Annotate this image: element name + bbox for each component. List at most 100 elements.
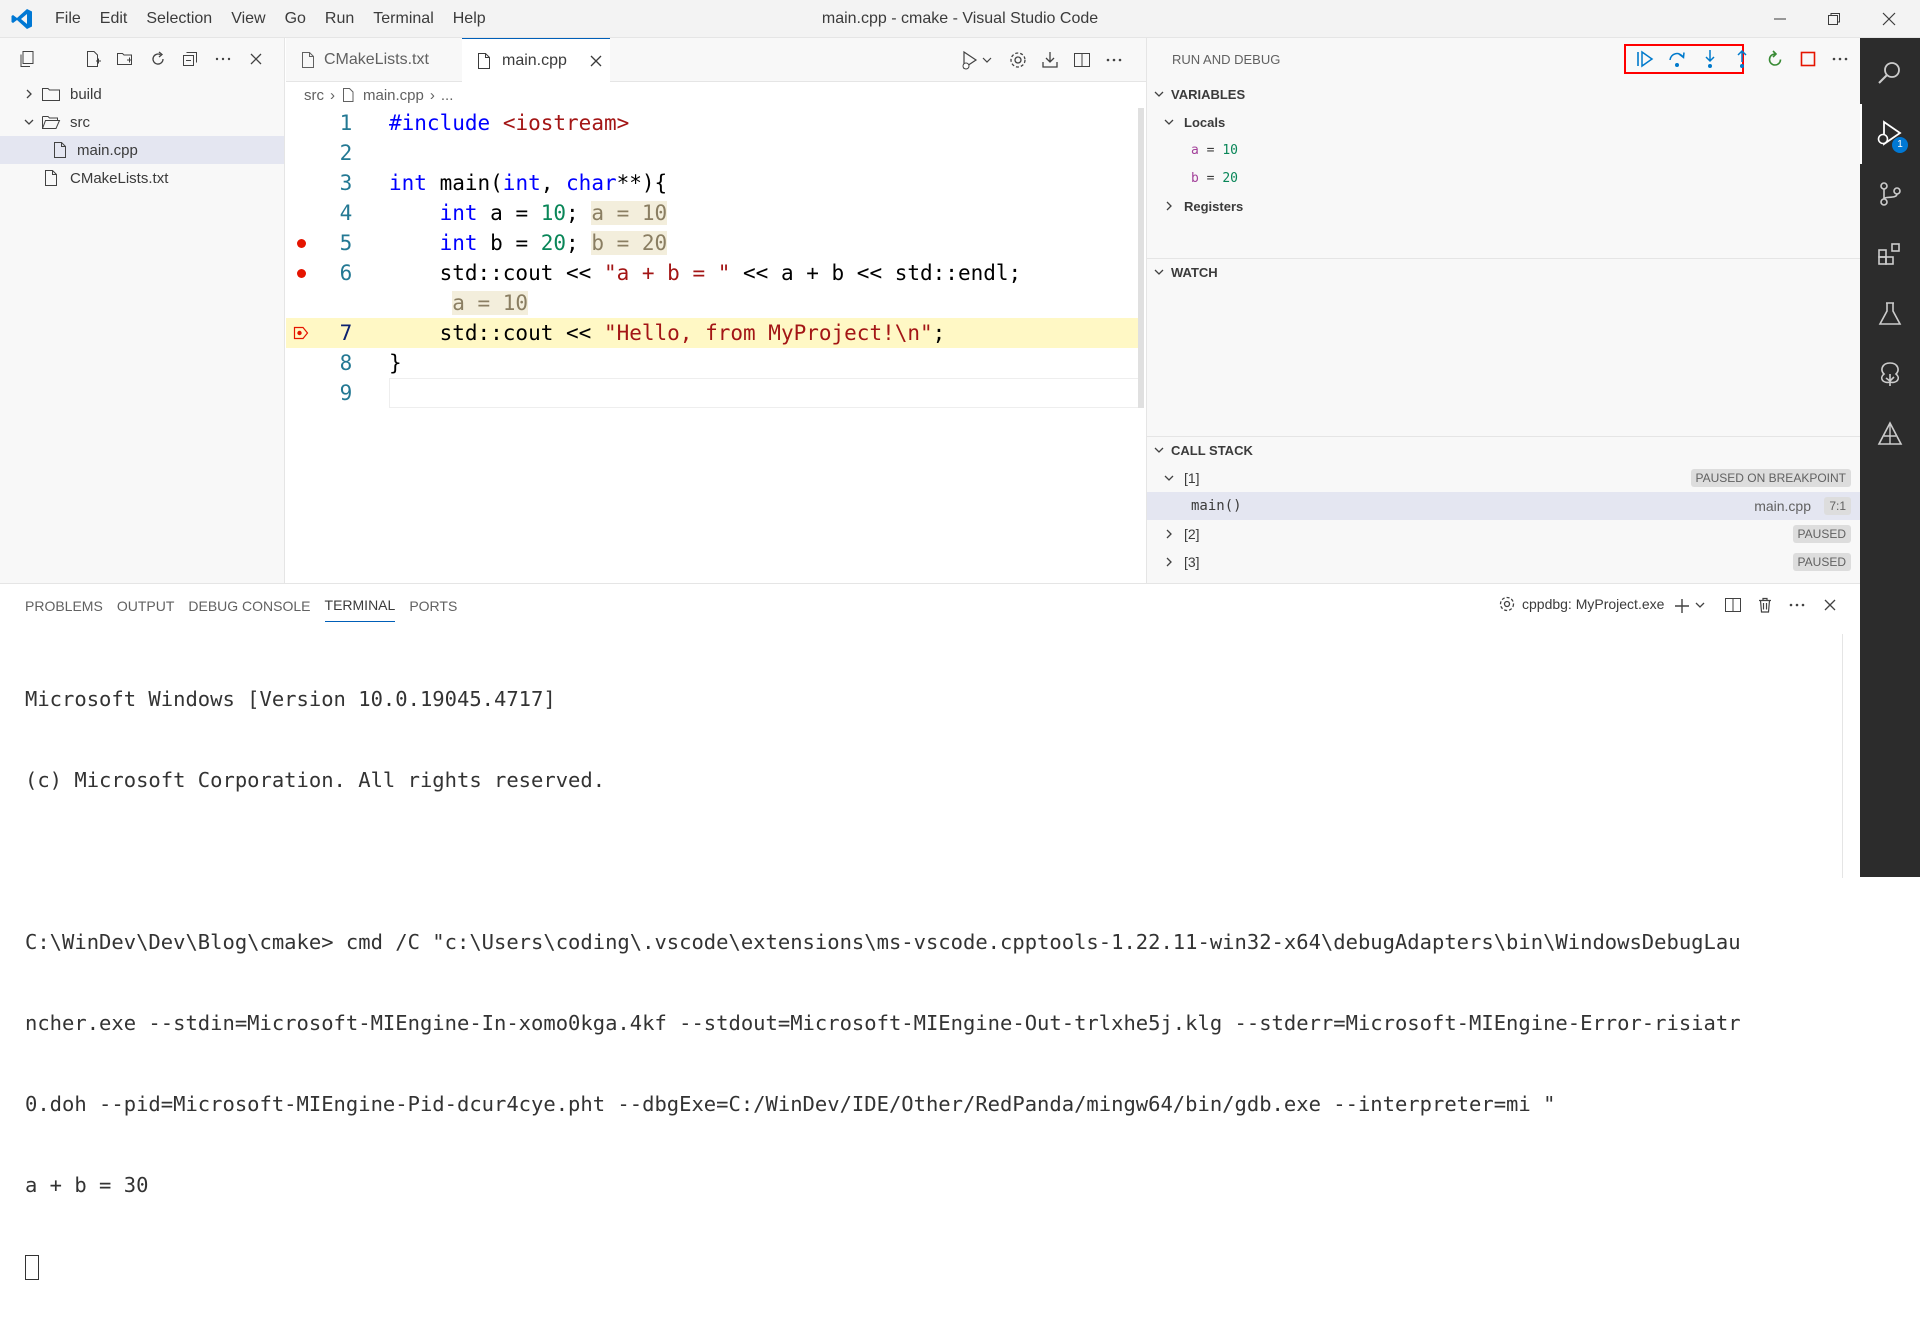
explorer-files-icon[interactable] — [17, 49, 37, 69]
more-actions-icon[interactable] — [213, 49, 233, 69]
gear-icon[interactable] — [1008, 50, 1028, 70]
code-line: 2 — [286, 138, 1136, 168]
more-actions-icon[interactable] — [1104, 50, 1124, 70]
scrollbar[interactable] — [1842, 634, 1843, 878]
breadcrumb-file[interactable]: main.cpp — [363, 87, 424, 104]
inline-value: a = 10 — [452, 291, 529, 315]
close-panel-icon[interactable] — [1822, 597, 1838, 613]
refresh-icon[interactable] — [148, 49, 168, 69]
collapse-all-icon[interactable] — [180, 49, 200, 69]
tab-output[interactable]: OUTPUT — [117, 589, 175, 622]
breadcrumb-rest[interactable]: ... — [441, 87, 454, 104]
run-debug-icon[interactable]: 1 — [1860, 104, 1920, 164]
chevron-right-icon — [1163, 528, 1175, 540]
file-icon — [43, 169, 59, 187]
menu-help[interactable]: Help — [453, 10, 486, 28]
watch-section-header[interactable]: WATCH — [1147, 258, 1861, 286]
variable-row[interactable]: b = 20 — [1147, 164, 1861, 192]
pane-title: RUN AND DEBUG — [1172, 52, 1281, 67]
tree-item-src[interactable]: src — [0, 108, 284, 136]
chevron-down-icon[interactable] — [1694, 599, 1706, 611]
menu-go[interactable]: Go — [285, 10, 306, 28]
tab-cmakelists[interactable]: CMakeLists.txt — [286, 38, 462, 82]
step-out-icon[interactable] — [1732, 49, 1752, 69]
remote-tree-icon[interactable] — [1860, 344, 1920, 404]
more-actions-icon[interactable] — [1830, 49, 1850, 69]
split-editor-icon[interactable] — [1072, 50, 1092, 70]
variable-row[interactable]: a = 10 — [1147, 136, 1861, 164]
tab-problems[interactable]: PROBLEMS — [25, 589, 103, 622]
menu-selection[interactable]: Selection — [146, 10, 212, 28]
callstack-section-header[interactable]: CALL STACK — [1147, 436, 1861, 464]
continue-icon[interactable] — [1635, 49, 1655, 69]
menu-run[interactable]: Run — [325, 10, 354, 28]
code-line: 9 — [340, 378, 1139, 408]
breadcrumb-folder[interactable]: src — [304, 87, 324, 104]
breadcrumb-separator-icon: › — [429, 86, 435, 104]
tree-item-build[interactable]: build — [0, 80, 284, 108]
more-actions-icon[interactable] — [1788, 596, 1806, 614]
code-line: 4 int a = 10; a = 10 — [286, 198, 1136, 228]
menu-view[interactable]: View — [231, 10, 265, 28]
active-indicator — [1860, 104, 1862, 164]
new-file-icon[interactable] — [83, 49, 103, 69]
search-icon[interactable] — [1860, 43, 1920, 103]
current-breakpoint-icon[interactable] — [293, 326, 309, 340]
scope-label: Registers — [1184, 198, 1244, 214]
breakpoint-icon[interactable] — [297, 239, 306, 248]
code-line: 3 int main(int, char**){ — [286, 168, 1136, 198]
extensions-icon[interactable] — [1860, 224, 1920, 284]
step-into-icon[interactable] — [1700, 49, 1720, 69]
terminal-output[interactable]: Microsoft Windows [Version 10.0.19045.47… — [25, 632, 1835, 1334]
gear-icon — [1498, 595, 1516, 613]
menu-edit[interactable]: Edit — [100, 10, 128, 28]
stack-frame-row[interactable]: main() main.cpp 7:1 — [1147, 492, 1861, 520]
restore-button[interactable] — [1811, 0, 1857, 38]
run-debug-dropdown-icon[interactable] — [960, 49, 994, 71]
tab-ports[interactable]: PORTS — [409, 589, 457, 622]
breakpoint-icon[interactable] — [297, 269, 306, 278]
step-over-icon[interactable] — [1667, 49, 1687, 69]
scrollbar[interactable] — [1138, 108, 1144, 408]
cmake-icon[interactable] — [1860, 404, 1920, 464]
thread-row[interactable]: [3] PAUSED — [1147, 548, 1861, 576]
close-tab-icon[interactable] — [589, 54, 603, 68]
download-icon[interactable] — [1040, 50, 1060, 70]
tab-terminal[interactable]: TERMINAL — [324, 588, 396, 622]
thread-row[interactable]: [1] PAUSED ON BREAKPOINT — [1147, 464, 1861, 492]
code-editor[interactable]: 1 #include <iostream> 2 3 int main(int, … — [286, 108, 1144, 583]
registers-scope[interactable]: Registers — [1147, 192, 1861, 220]
tree-item-label: src — [70, 113, 90, 131]
menu-terminal[interactable]: Terminal — [373, 10, 433, 28]
chevron-right-icon — [23, 88, 35, 100]
tab-main-cpp[interactable]: main.cpp — [462, 38, 610, 82]
restart-icon[interactable] — [1765, 49, 1785, 69]
code-line: 1 #include <iostream> — [286, 108, 1136, 138]
variables-section-header[interactable]: VARIABLES — [1147, 80, 1861, 108]
thread-label: [2] — [1184, 526, 1200, 542]
stop-icon[interactable] — [1798, 49, 1818, 69]
testing-flask-icon[interactable] — [1860, 284, 1920, 344]
inline-value: b = 20 — [591, 231, 668, 255]
tab-label: CMakeLists.txt — [324, 51, 429, 68]
terminal-selector[interactable]: cppdbg: MyProject.exe — [1498, 595, 1664, 613]
add-terminal-icon[interactable] — [1673, 597, 1691, 615]
tree-item-main-cpp[interactable]: main.cpp — [0, 136, 284, 164]
locals-scope[interactable]: Locals — [1147, 108, 1861, 136]
new-folder-icon[interactable] — [115, 49, 135, 69]
close-sidebar-icon[interactable] — [246, 49, 266, 69]
tab-debug-console[interactable]: DEBUG CONSOLE — [188, 589, 310, 622]
split-terminal-icon[interactable] — [1724, 596, 1742, 614]
variable-value: 20 — [1222, 170, 1238, 186]
line-number: 4 — [339, 201, 353, 225]
close-window-button[interactable] — [1866, 0, 1912, 38]
menu-file[interactable]: File — [55, 10, 81, 28]
thread-row[interactable]: [2] PAUSED — [1147, 520, 1861, 548]
trash-icon[interactable] — [1756, 596, 1774, 614]
tree-item-cmakelists[interactable]: CMakeLists.txt — [0, 164, 284, 192]
run-and-debug-pane: RUN AND DEBUG VARIABLES Locals a = 10 b … — [1146, 38, 1861, 583]
source-control-icon[interactable] — [1860, 164, 1920, 224]
minimize-button[interactable] — [1757, 0, 1803, 38]
frame-name: main() — [1191, 498, 1242, 514]
chevron-right-icon — [1163, 200, 1175, 212]
